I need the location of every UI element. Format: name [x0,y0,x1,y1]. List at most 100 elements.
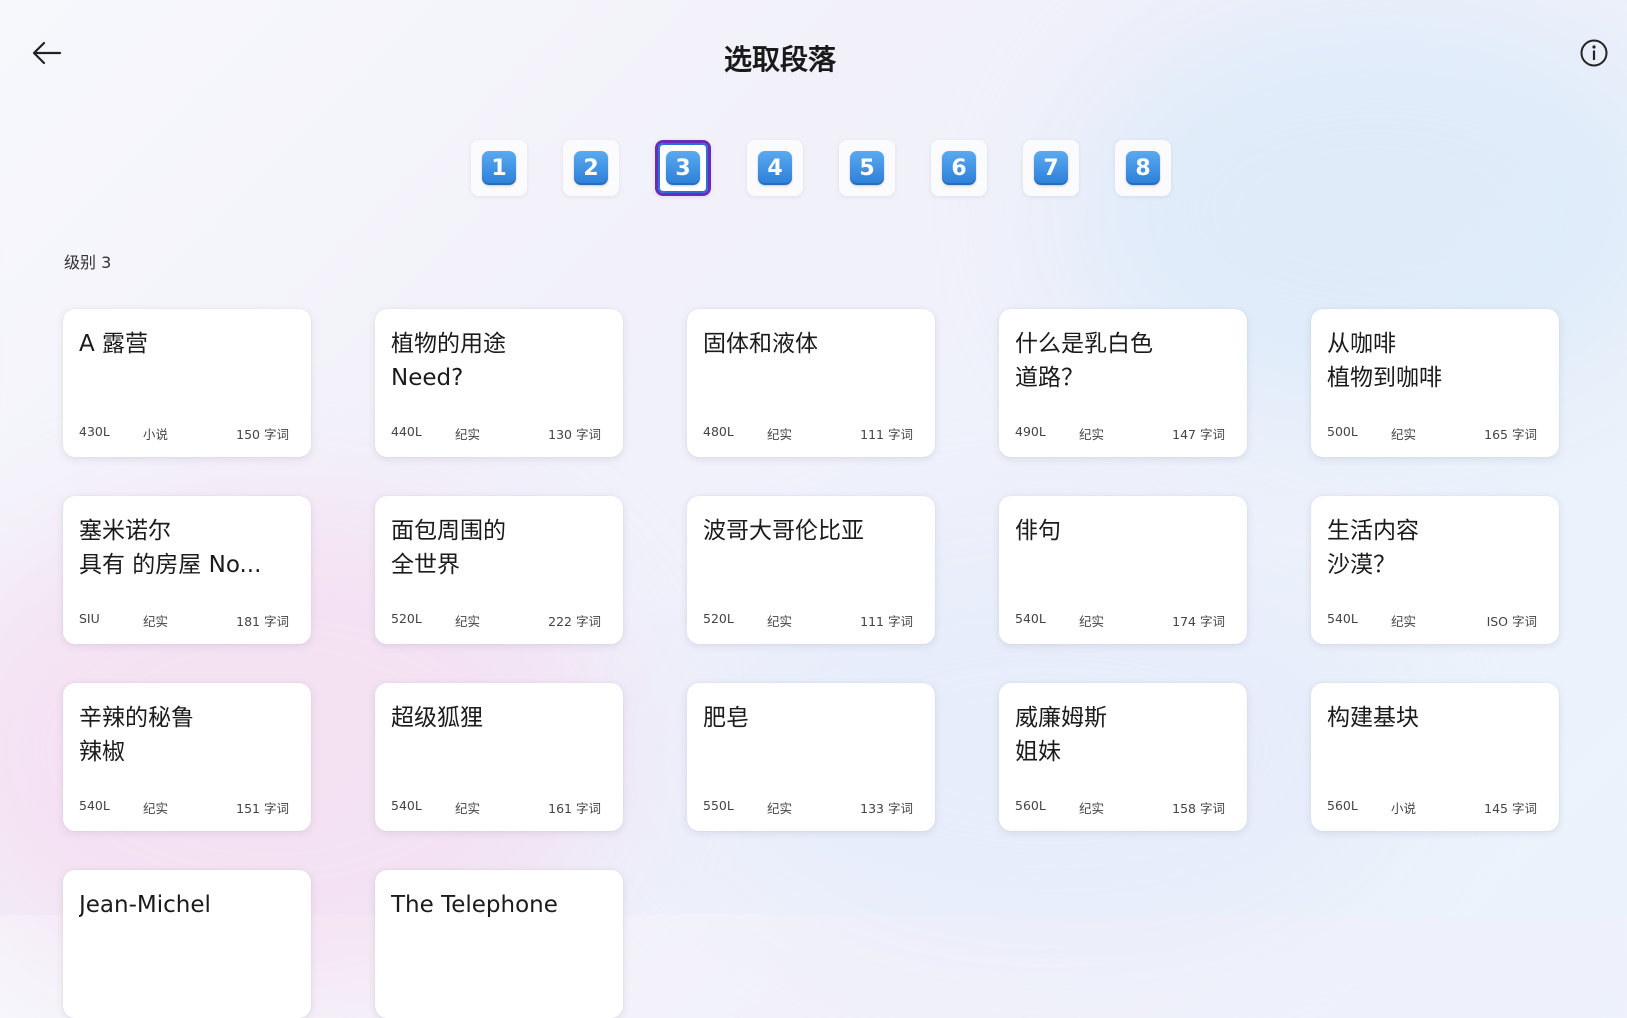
level-button-4[interactable]: 4 [747,140,803,196]
passage-meta: 550L 纪实 133 字词 [703,798,919,816]
passage-card[interactable]: 塞米诺尔 具有 的房屋 No... SIU 纪实 181 字词 [63,496,311,644]
passage-card[interactable]: 固体和液体 480L 纪实 111 字词 [687,309,935,457]
level-badge-icon: 5 [850,151,884,185]
passage-meta: 540L 纪实 174 字词 [1015,611,1231,629]
passage-meta: 430L 小说 150 字词 [79,424,295,442]
lexile-level: 520L [703,611,734,626]
word-count: 158 字词 [1172,801,1225,816]
level-button-6[interactable]: 6 [931,140,987,196]
word-count: 150 字词 [236,427,289,442]
word-count: 181 字词 [236,614,289,629]
passage-title: 俳句 [1015,518,1061,544]
passage-title: 辛辣的秘鲁 辣椒 [79,705,194,765]
genre-label: 纪实 [455,801,481,816]
passage-title: 肥皂 [703,705,749,731]
passage-meta: 520L 纪实 222 字词 [391,611,607,629]
info-circle-icon [1580,39,1608,67]
section-label: 级别 3 [64,253,112,272]
passage-meta: 480L 纪实 111 字词 [703,424,919,442]
genre-label: 纪实 [1391,427,1417,442]
passage-title: 面包周围的 全世界 [391,518,506,578]
passage-card[interactable]: Jean-Michel [63,870,311,1018]
passage-card[interactable]: 俳句 540L 纪实 174 字词 [999,496,1247,644]
passage-title: 从咖啡 植物到咖啡 [1327,331,1442,391]
lexile-level: 430L [79,424,110,439]
passage-meta: SIU 纪实 181 字词 [79,611,295,629]
passage-card[interactable]: 构建基块 560L 小说 145 字词 [1311,683,1559,831]
lexile-level: 540L [391,798,422,813]
passage-card[interactable]: 超级狐狸 540L 纪实 161 字词 [375,683,623,831]
passage-card[interactable]: 威廉姆斯 姐妹 560L 纪实 158 字词 [999,683,1247,831]
level-button-2[interactable]: 2 [563,140,619,196]
page-title: 选取段落 [723,43,836,76]
passage-card[interactable]: The Telephone [375,870,623,1018]
genre-label: 纪实 [767,614,793,629]
passage-title: 波哥大哥伦比亚 [703,518,864,544]
lexile-level: 550L [703,798,734,813]
word-count: 174 字词 [1172,614,1225,629]
word-count: 222 字词 [548,614,601,629]
passage-card[interactable]: 什么是乳白色 道路？ 490L 纪实 147 字词 [999,309,1247,457]
passage-meta: 520L 纪实 111 字词 [703,611,919,629]
level-button-7[interactable]: 7 [1023,140,1079,196]
word-count: 111 字词 [860,614,913,629]
passage-title: 构建基块 [1327,705,1419,731]
word-count: 165 字词 [1484,427,1537,442]
passage-card[interactable]: 面包周围的 全世界 520L 纪实 222 字词 [375,496,623,644]
passage-card[interactable]: 植物的用途 Need? 440L 纪实 130 字词 [375,309,623,457]
passage-card[interactable]: 肥皂 550L 纪实 133 字词 [687,683,935,831]
passage-meta: 540L 纪实 ISO 字词 [1327,611,1543,629]
passage-card[interactable]: 波哥大哥伦比亚 520L 纪实 111 字词 [687,496,935,644]
genre-label: 纪实 [1391,614,1417,629]
passage-meta: 560L 小说 145 字词 [1327,798,1543,816]
level-badge-icon: 7 [1034,151,1068,185]
word-count: 133 字词 [860,801,913,816]
level-badge-icon: 3 [666,151,700,185]
genre-label: 纪实 [455,427,481,442]
level-badge-icon: 8 [1126,151,1160,185]
level-button-8[interactable]: 8 [1115,140,1171,196]
passage-title: 塞米诺尔 具有 的房屋 No... [79,518,262,578]
level-button-1[interactable]: 1 [471,140,527,196]
passage-meta: 500L 纪实 165 字词 [1327,424,1543,442]
lexile-level: SIU [79,611,100,626]
passage-title: 固体和液体 [703,331,818,357]
lexile-level: 490L [1015,424,1046,439]
level-badge-icon: 2 [574,151,608,185]
lexile-level: 540L [1327,611,1358,626]
passage-meta: 560L 纪实 158 字词 [1015,798,1231,816]
passage-card[interactable]: A 露营 430L 小说 150 字词 [63,309,311,457]
level-badge-icon: 6 [942,151,976,185]
passage-title: 什么是乳白色 道路？ [1015,331,1153,391]
passage-card[interactable]: 辛辣的秘鲁 辣椒 540L 纪实 151 字词 [63,683,311,831]
passage-title: 威廉姆斯 姐妹 [1015,705,1107,765]
info-button[interactable] [1579,38,1609,68]
lexile-level: 560L [1327,798,1358,813]
level-button-5[interactable]: 5 [839,140,895,196]
word-count: 145 字词 [1484,801,1537,816]
passage-title: 植物的用途 Need? [391,331,506,391]
passage-meta [79,985,295,1003]
passage-title: 生活内容 沙漠？ [1327,518,1419,578]
level-button-3[interactable]: 3 [655,140,711,196]
lexile-level: 560L [1015,798,1046,813]
passage-title: Jean-Michel [79,892,211,918]
genre-label: 纪实 [1079,427,1105,442]
passage-card[interactable]: 从咖啡 植物到咖啡 500L 纪实 165 字词 [1311,309,1559,457]
genre-label: 纪实 [767,427,793,442]
genre-label: 纪实 [1079,614,1105,629]
word-count: ISO 字词 [1486,614,1537,629]
passage-meta: 540L 纪实 161 字词 [391,798,607,816]
passage-title: The Telephone [391,892,558,918]
genre-label: 纪实 [143,801,169,816]
lexile-level: 540L [79,798,110,813]
lexile-level: 520L [391,611,422,626]
passage-card[interactable]: 生活内容 沙漠？ 540L 纪实 ISO 字词 [1311,496,1559,644]
word-count: 151 字词 [236,801,289,816]
genre-label: 小说 [143,427,169,442]
genre-label: 纪实 [143,614,169,629]
genre-label: 纪实 [767,801,793,816]
passage-meta: 540L 纪实 151 字词 [79,798,295,816]
lexile-level: 500L [1327,424,1358,439]
genre-label: 纪实 [1079,801,1105,816]
